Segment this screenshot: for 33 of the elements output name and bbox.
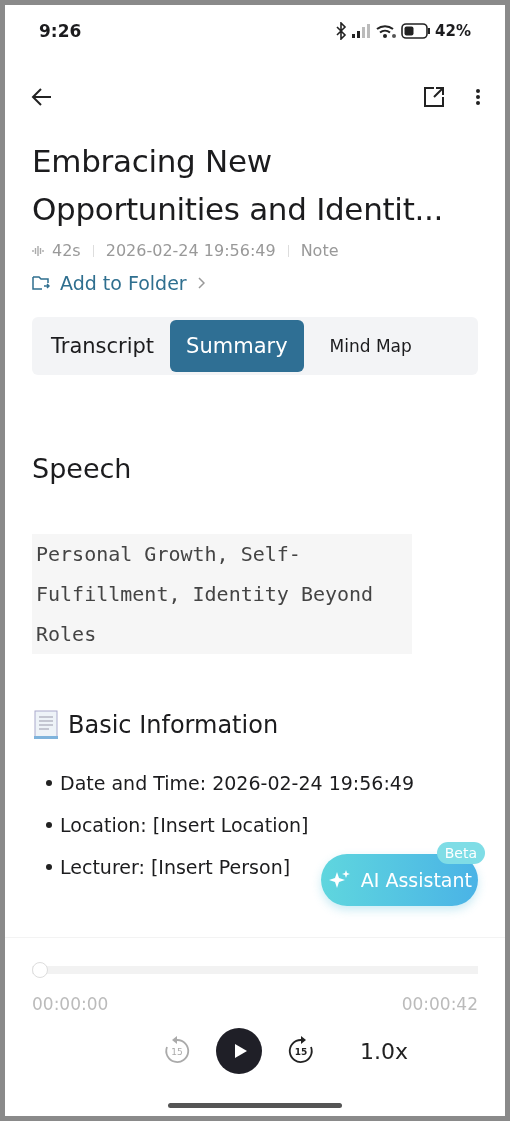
share-icon[interactable] xyxy=(423,86,445,108)
waveform-icon xyxy=(32,244,44,257)
play-button[interactable] xyxy=(216,1028,262,1074)
battery-icon xyxy=(401,23,432,39)
info-item: Location: [Insert Location] xyxy=(60,814,309,836)
document-icon xyxy=(32,710,60,740)
wifi-icon xyxy=(375,23,398,39)
info-item: Lecturer: [Insert Person] xyxy=(60,856,291,878)
meta-text: 42s xyxy=(52,241,81,260)
back-arrow-icon[interactable] xyxy=(31,87,53,107)
note-title: Embracing New Opportunities and Identit... xyxy=(32,142,445,229)
beta-badge: Beta xyxy=(436,842,485,864)
tab[interactable]: Mind Map xyxy=(303,320,438,372)
tab[interactable]: Transcript xyxy=(35,320,171,372)
play-icon xyxy=(233,1043,248,1059)
speed-button[interactable]: 1.0x xyxy=(354,1037,414,1065)
signal-icon xyxy=(351,23,372,39)
chevron-right-icon xyxy=(196,277,205,289)
keyword-tag: Personal Growth, Self-Fulfillment, Identity Beyond Roles xyxy=(32,534,412,654)
bluetooth-icon xyxy=(335,22,348,40)
section-title: Basic Information xyxy=(68,711,279,739)
battery-percent: 42% xyxy=(435,22,471,40)
elapsed-time: 00:00:00 xyxy=(32,994,109,1014)
more-icon[interactable] xyxy=(475,88,481,106)
folder-icon xyxy=(32,275,50,291)
info-item: Date and Time: 2026-02-24 19:56:49 xyxy=(60,772,414,794)
summary-heading: Speech xyxy=(32,453,133,484)
total-time: 00:00:42 xyxy=(401,994,478,1014)
status-time: 9:26 xyxy=(39,21,82,41)
meta-text: 2026-02-24 19:56:49 xyxy=(105,241,276,260)
add-to-folder-link[interactable]: Add to Folder xyxy=(32,272,205,294)
meta-text: Note xyxy=(300,241,339,260)
tab[interactable]: Summary xyxy=(170,320,304,372)
